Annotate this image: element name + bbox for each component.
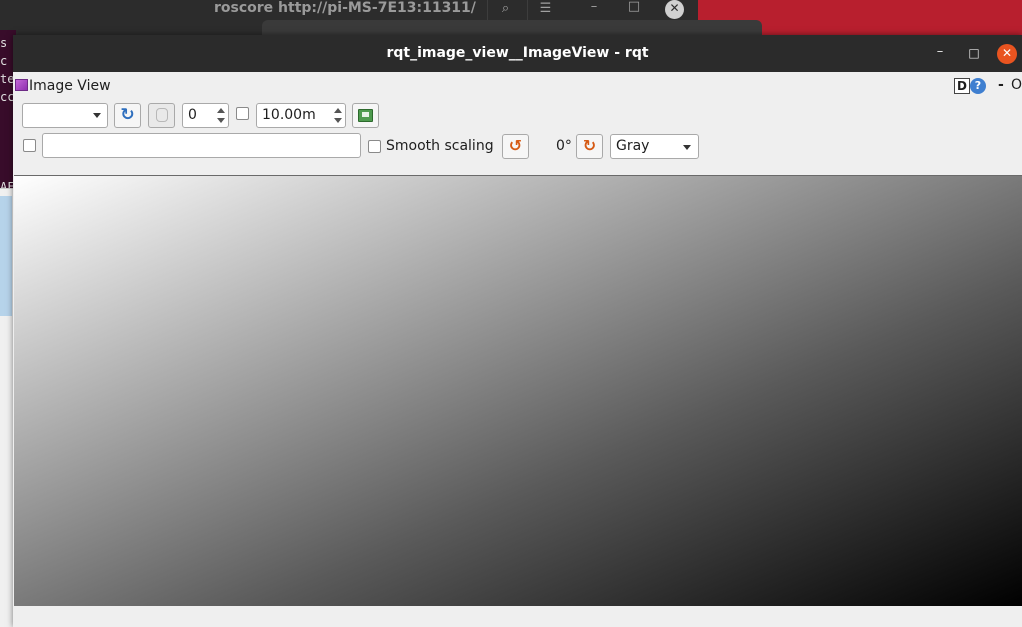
- refresh-icon: ↻: [120, 105, 135, 125]
- close-icon[interactable]: ✕: [997, 44, 1017, 64]
- background-window-bar: [262, 20, 762, 36]
- dock-header: Image View D ? - O: [13, 75, 1022, 97]
- rotation-value: 0°: [556, 138, 572, 154]
- smooth-scaling-label: Smooth scaling: [386, 138, 494, 154]
- save-icon: [358, 109, 373, 122]
- background-window-title: roscore http://pi-MS-7E13:11311/: [214, 0, 476, 16]
- rotate-right-icon: ↻: [582, 136, 597, 155]
- timeout-value: 10.00m: [262, 107, 316, 123]
- hamburger-menu-icon[interactable]: ☰: [527, 0, 563, 20]
- background-terminal-text: s c te cc AF: [0, 36, 14, 194]
- background-minimize-icon[interactable]: –: [584, 0, 604, 20]
- rotate-left-button[interactable]: ↺: [502, 134, 529, 159]
- minimize-icon[interactable]: –: [931, 44, 949, 62]
- dock-d-button[interactable]: D: [954, 78, 970, 94]
- background-panel-highlight: [0, 196, 12, 316]
- window-title: rqt_image_view__ImageView - rqt: [386, 45, 649, 61]
- help-icon[interactable]: ?: [970, 78, 986, 94]
- chevron-down-icon: [683, 145, 691, 150]
- index-spinbox[interactable]: 0: [182, 103, 229, 128]
- chevron-down-icon: [93, 113, 101, 118]
- smooth-scaling-checkbox[interactable]: [368, 140, 381, 153]
- mouse-publish-button[interactable]: [148, 103, 175, 128]
- topic-checkbox[interactable]: [23, 139, 36, 152]
- topic-text-input[interactable]: [42, 133, 361, 158]
- refresh-button[interactable]: ↻: [114, 103, 141, 128]
- window-titlebar[interactable]: rqt_image_view__ImageView - rqt – □ ✕: [13, 35, 1022, 72]
- index-value: 0: [188, 107, 197, 123]
- maximize-icon[interactable]: □: [965, 44, 983, 62]
- save-image-button[interactable]: [352, 103, 379, 128]
- dock-minimize-button[interactable]: -: [998, 76, 1004, 94]
- spin-up-icon[interactable]: [334, 108, 342, 113]
- colormap-value: Gray: [616, 138, 650, 154]
- colormap-combo[interactable]: Gray: [610, 134, 699, 159]
- background-close-icon[interactable]: ✕: [665, 0, 684, 19]
- spin-down-icon[interactable]: [334, 118, 342, 123]
- search-icon[interactable]: ⌕: [487, 0, 523, 20]
- image-display[interactable]: [14, 175, 1022, 606]
- timeout-spinbox[interactable]: 10.00m: [256, 103, 346, 128]
- spin-down-icon[interactable]: [217, 118, 225, 123]
- topic-combo[interactable]: [22, 103, 108, 128]
- mouse-icon: [155, 108, 168, 122]
- rotate-left-icon: ↺: [508, 136, 523, 155]
- rotate-right-button[interactable]: ↻: [576, 134, 603, 159]
- spin-up-icon[interactable]: [217, 108, 225, 113]
- index-spin-arrows[interactable]: [214, 104, 228, 127]
- rqt-window: rqt_image_view__ImageView - rqt – □ ✕ Im…: [13, 35, 1022, 627]
- dock-close-button[interactable]: O: [1011, 76, 1022, 94]
- dock-title: Image View: [29, 78, 111, 94]
- timeout-checkbox[interactable]: [236, 107, 249, 120]
- image-view-icon: [15, 79, 28, 91]
- background-maximize-icon[interactable]: □: [624, 0, 644, 20]
- timeout-spin-arrows[interactable]: [331, 104, 345, 127]
